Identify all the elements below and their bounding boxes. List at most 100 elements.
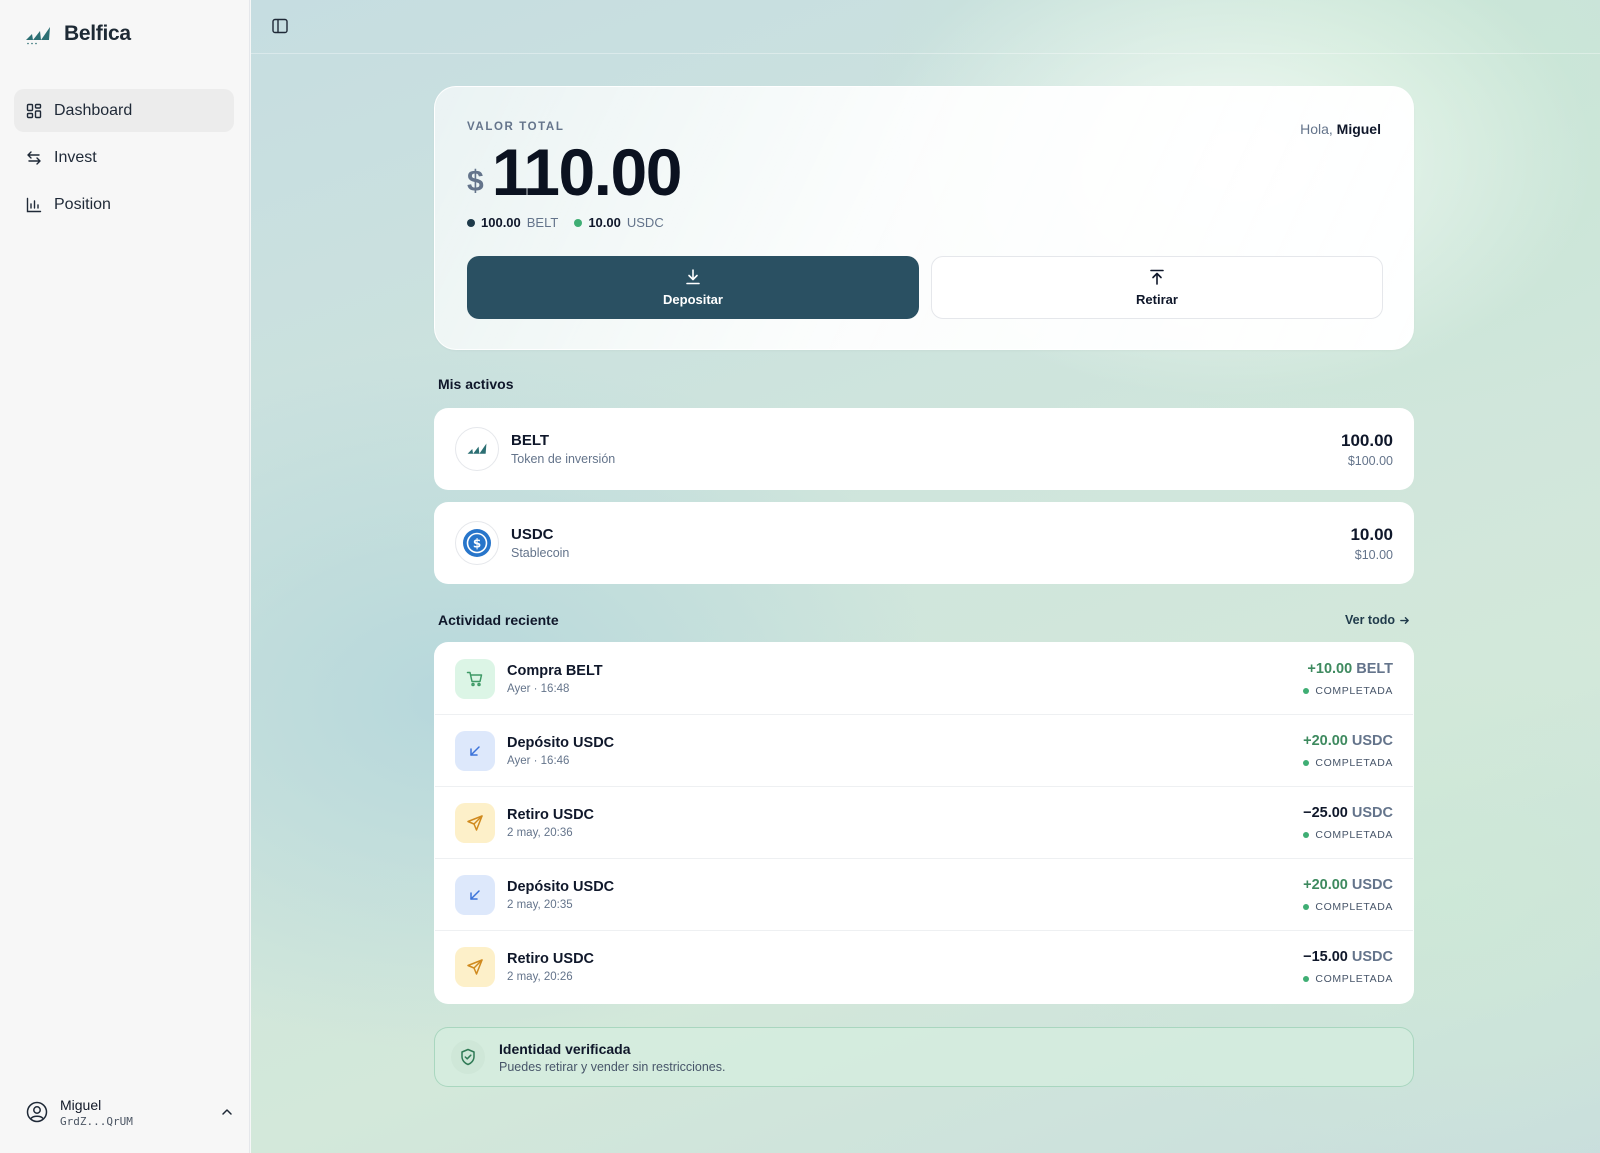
sidebar-item-dashboard[interactable]: Dashboard	[14, 89, 234, 132]
activity-info: Depósito USDC Ayer · 16:46	[507, 735, 1303, 767]
total-value-label: VALOR TOTAL	[467, 121, 565, 133]
activity-amount-block: −25.00 USDC COMPLETADA	[1303, 805, 1393, 841]
greeting: Hola, Miguel	[1300, 121, 1381, 137]
asset-qty: 10.00	[1350, 524, 1393, 544]
user-meta: Miguel GrdZ...QrUM	[60, 1097, 208, 1128]
deposit-button[interactable]: Depositar	[467, 256, 919, 319]
holding-value: 100.00	[481, 215, 521, 230]
activity-amount-block: −15.00 USDC COMPLETADA	[1303, 949, 1393, 985]
status-badge: COMPLETADA	[1303, 829, 1393, 841]
total-amount-value: 110.00	[491, 135, 683, 209]
activity-amount: −15.00 USDC	[1303, 949, 1393, 965]
activity-amount-value: −15.00	[1303, 949, 1348, 965]
arrow-right-icon	[1400, 616, 1409, 624]
status-dot	[1303, 687, 1310, 694]
see-all-link[interactable]: Ver todo	[1345, 613, 1410, 627]
activity-amount-value: +20.00	[1303, 732, 1348, 749]
send-icon	[455, 947, 495, 987]
sidebar-item-label: Invest	[54, 148, 97, 166]
greeting-prefix: Hola,	[1300, 121, 1333, 137]
greeting-name: Miguel	[1336, 121, 1381, 137]
asset-row-belt[interactable]: BELT Token de inversión 100.00 $100.00	[434, 408, 1414, 490]
holdings-summary: 100.00 BELT 10.00 USDC	[467, 215, 664, 230]
withdraw-button[interactable]: Retirar	[931, 256, 1383, 319]
asset-row-usdc[interactable]: $ USDC Stablecoin 10.00 $10.00	[434, 502, 1414, 584]
activity-title: Retiro USDC	[507, 806, 595, 823]
activity-info: Retiro USDC 2 may, 20:36	[507, 807, 1303, 839]
activity-info: Compra BELT Ayer · 16:48	[507, 663, 1303, 695]
asset-balance: 10.00 $10.00	[1350, 525, 1393, 562]
assets-section-title: Mis activos	[438, 376, 514, 392]
sidebar-toggle-icon[interactable]	[271, 17, 289, 35]
status-label: COMPLETADA	[1315, 973, 1393, 985]
status-dot	[1303, 903, 1310, 910]
wallet-address: GrdZ...QrUM	[60, 1114, 133, 1128]
send-icon	[455, 802, 495, 843]
sidebar-item-label: Dashboard	[54, 101, 133, 119]
activity-time: Ayer · 16:46	[507, 754, 570, 767]
activity-row[interactable]: Depósito USDC Ayer · 16:46 +20.00 USDC C…	[435, 715, 1413, 787]
verified-title: Identidad verificada	[499, 1040, 631, 1057]
identity-verified-banner: Identidad verificada Puedes retirar y ve…	[434, 1027, 1414, 1087]
holding-dot	[574, 218, 583, 227]
status-label: COMPLETADA	[1315, 828, 1393, 841]
asset-subtitle: Token de inversión	[511, 452, 616, 466]
status-label: COMPLETADA	[1315, 684, 1393, 697]
belt-logo-icon	[455, 427, 499, 471]
holding-belt: 100.00 BELT	[467, 215, 558, 230]
activity-amount-value: −25.00	[1303, 804, 1348, 821]
activity-title: Depósito USDC	[507, 878, 615, 895]
activity-time: 2 may, 20:36	[507, 826, 573, 839]
activity-amount-token: USDC	[1351, 732, 1393, 749]
deposit-label: Depositar	[663, 292, 723, 307]
sidebar-item-invest[interactable]: Invest	[14, 136, 234, 179]
activity-amount: +10.00 BELT	[1303, 661, 1393, 677]
activity-list: Compra BELT Ayer · 16:48 +10.00 BELT COM…	[434, 642, 1414, 1004]
status-label: COMPLETADA	[1315, 900, 1393, 913]
dashboard-content: VALOR TOTAL Hola, Miguel $ 110.00 100.00…	[434, 86, 1414, 1087]
activity-title: Depósito USDC	[507, 734, 615, 751]
asset-usd: $10.00	[1354, 547, 1393, 562]
main-area: VALOR TOTAL Hola, Miguel $ 110.00 100.00…	[251, 0, 1600, 1153]
sidebar: Belfica Dashboard Invest Position Miguel…	[0, 0, 250, 1153]
activity-title: Compra BELT	[507, 662, 603, 679]
activity-row[interactable]: Retiro USDC 2 may, 20:36 −25.00 USDC COM…	[435, 787, 1413, 859]
currency-symbol: $	[467, 165, 484, 198]
activity-info: Retiro USDC 2 may, 20:26	[507, 951, 1303, 983]
download-icon	[686, 269, 700, 285]
verified-subtitle: Puedes retirar y vender sin restriccione…	[499, 1059, 726, 1074]
total-amount: $ 110.00	[467, 135, 683, 209]
arrow-down-left-icon	[455, 730, 495, 771]
activity-row[interactable]: Retiro USDC 2 may, 20:26 −15.00 USDC COM…	[435, 931, 1413, 1003]
brand-name: Belfica	[64, 22, 131, 45]
sidebar-item-position[interactable]: Position	[14, 183, 234, 226]
svg-text:$: $	[473, 537, 481, 551]
activity-amount-token: USDC	[1351, 949, 1393, 965]
topbar	[251, 0, 1600, 54]
activity-row[interactable]: Compra BELT Ayer · 16:48 +10.00 BELT COM…	[435, 643, 1413, 715]
status-dot	[1303, 976, 1310, 982]
activity-time: Ayer · 16:48	[507, 682, 570, 695]
activity-amount-block: +20.00 USDC COMPLETADA	[1303, 733, 1393, 769]
sidebar-nav: Dashboard Invest Position	[14, 89, 234, 230]
activity-section-title: Actividad reciente	[438, 612, 559, 628]
user-menu[interactable]: Miguel GrdZ...QrUM	[18, 1087, 242, 1137]
activity-row[interactable]: Depósito USDC 2 may, 20:35 +20.00 USDC C…	[435, 859, 1413, 931]
brand[interactable]: Belfica	[24, 22, 131, 46]
shield-check-icon	[451, 1040, 485, 1074]
sidebar-item-label: Position	[54, 195, 111, 213]
status-badge: COMPLETADA	[1303, 757, 1393, 769]
activity-amount-token: BELT	[1356, 660, 1393, 677]
activity-amount-block: +10.00 BELT COMPLETADA	[1303, 661, 1393, 697]
status-dot	[1303, 759, 1310, 766]
status-label: COMPLETADA	[1315, 756, 1393, 769]
activity-amount-value: +10.00	[1307, 660, 1353, 677]
holding-dot	[467, 218, 475, 227]
status-badge: COMPLETADA	[1303, 901, 1393, 913]
asset-qty: 100.00	[1341, 430, 1393, 450]
activity-amount-token: USDC	[1351, 804, 1393, 821]
status-dot	[1303, 831, 1310, 838]
see-all-label: Ver todo	[1344, 613, 1395, 627]
asset-info: USDC Stablecoin	[511, 526, 1350, 560]
user-circle-icon	[26, 1101, 48, 1123]
